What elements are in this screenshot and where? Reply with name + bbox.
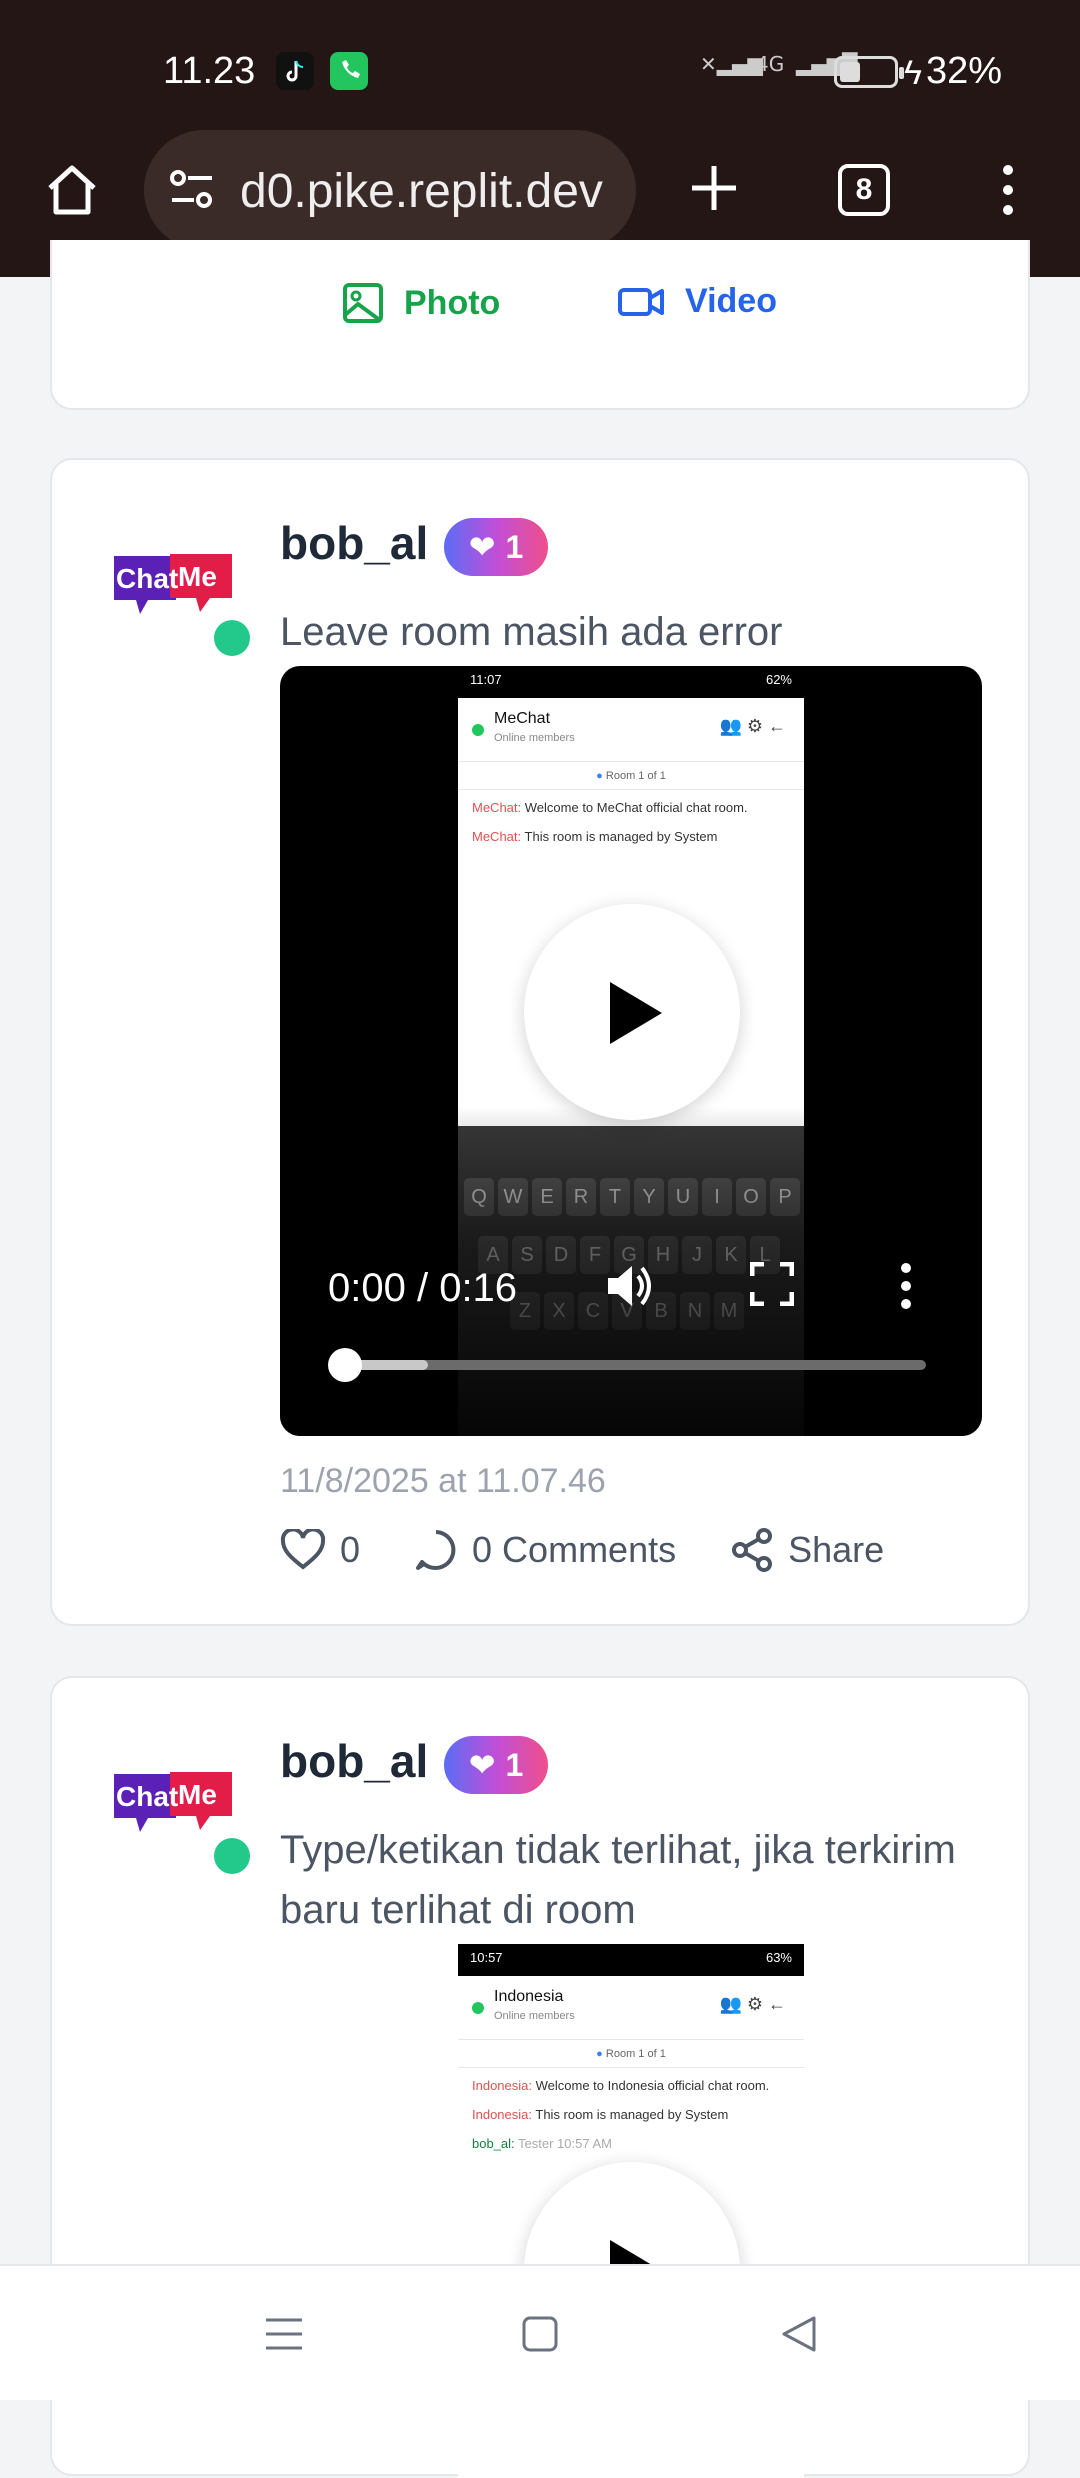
frame-room-header: MeChat Online members 👥 ⚙ ← (458, 698, 804, 762)
badge-count: 1 (505, 528, 524, 565)
comments-label: 0 Comments (472, 1529, 677, 1570)
url-bar[interactable]: d0.pike.replit.dev (144, 130, 636, 250)
comments-button[interactable]: 0 Comments (414, 1528, 676, 1572)
comment-icon (416, 1530, 456, 1570)
frame-room-sub: Online members (494, 2010, 575, 2022)
video-label: Video (685, 282, 777, 320)
frame-room-sub: Online members (494, 732, 575, 744)
heart-outline-icon (280, 1529, 326, 1570)
frame-room-name: MeChat (494, 710, 551, 727)
post-timestamp: 11/8/2025 at 11.07.46 (280, 1462, 606, 1500)
tab-switcher-button[interactable]: 8 (838, 164, 890, 216)
post-text: Type/ketikan tidak terlihat, jika terkir… (280, 1828, 956, 1932)
frame-header-icons: 👥 ⚙ ← (719, 1994, 786, 2014)
image-icon (343, 283, 383, 323)
svg-text:Me: Me (178, 561, 217, 592)
video-camera-icon (618, 287, 664, 316)
frame-time: 10:57 (470, 1950, 503, 1965)
video-player[interactable]: 11:07 62% MeChat Online members 👥 ⚙ ← ● … (280, 666, 982, 1436)
share-button[interactable]: Share (730, 1528, 884, 1572)
status-time: 11.23 (163, 50, 256, 92)
post-text: Leave room masih ada error (280, 610, 783, 654)
post-actions: 0 0 Comments Share (280, 1528, 938, 1572)
share-label: Share (788, 1529, 885, 1570)
frame-message: bob_al: Tester 10:57 AM (472, 2136, 612, 2151)
frame-battery: 62% (765, 672, 792, 687)
user-badge: ❤ 1 (444, 1736, 548, 1794)
post-username[interactable]: bob_al (280, 1734, 428, 1788)
status-bar: 11.23 ✕▂▄▆ 4G ▂▄▆█ ϟ 32% (0, 0, 1080, 140)
home-icon[interactable] (42, 160, 102, 220)
heart-icon: ❤ (468, 1747, 496, 1783)
svg-text:Chat: Chat (116, 1781, 178, 1812)
play-icon (610, 982, 662, 1044)
badge-count: 1 (505, 1746, 524, 1783)
frame-status-bar: 10:57 63% (458, 1944, 804, 1976)
charging-icon: ϟ (904, 54, 922, 92)
url-text: d0.pike.replit.dev (240, 165, 603, 218)
frame-message: Indonesia: Welcome to Indonesia official… (472, 2078, 770, 2093)
online-status-dot (214, 620, 250, 656)
browser-chrome: 11.23 ✕▂▄▆ 4G ▂▄▆█ ϟ 32% d0.pike.replit.… (0, 0, 1080, 277)
like-button[interactable]: 0 (280, 1529, 360, 1571)
frame-status-bar: 11:07 62% (458, 666, 804, 698)
video-options-icon[interactable] (896, 1260, 916, 1312)
svg-text:Chat: Chat (116, 563, 178, 594)
fullscreen-icon[interactable] (750, 1262, 794, 1306)
system-nav-bar (0, 2264, 1080, 2400)
video-progress-bar[interactable] (328, 1348, 926, 1382)
like-count: 0 (340, 1529, 361, 1570)
photo-button[interactable]: Photo (342, 282, 500, 324)
chatme-logo: Chat Me (114, 554, 232, 614)
svg-text:Me: Me (178, 1779, 217, 1810)
frame-battery: 63% (765, 1950, 792, 1965)
frame-room-indicator-text: Room 1 of 1 (605, 770, 666, 782)
home-nav-icon[interactable] (516, 2310, 564, 2358)
more-menu-icon[interactable] (990, 160, 1026, 220)
photo-label: Photo (404, 283, 501, 322)
site-settings-icon[interactable] (168, 168, 216, 212)
play-button[interactable] (524, 904, 740, 1120)
frame-message: Indonesia: This room is managed by Syste… (472, 2107, 729, 2122)
online-status-dot (214, 1838, 250, 1874)
frame-room-header: Indonesia Online members 👥 ⚙ ← (458, 1976, 804, 2040)
frame-message: MeChat: Welcome to MeChat official chat … (472, 800, 748, 815)
battery-icon (834, 56, 904, 88)
video-time: 0:00 / 0:16 (328, 1266, 518, 1310)
frame-room-indicator: ● Room 1 of 1 (458, 762, 804, 790)
volume-icon[interactable] (604, 1260, 656, 1312)
heart-icon: ❤ (468, 529, 496, 565)
signal-icon: ✕▂▄▆ (700, 52, 763, 76)
share-icon (732, 1528, 773, 1572)
network-4g-label: 4G (756, 52, 785, 76)
new-tab-icon[interactable] (686, 160, 742, 216)
frame-room-name: Indonesia (494, 1988, 564, 2005)
recent-apps-icon[interactable] (260, 2310, 308, 2358)
user-badge: ❤ 1 (444, 518, 548, 576)
frame-time: 11:07 (470, 672, 502, 687)
back-nav-icon[interactable] (776, 2310, 824, 2358)
frame-header-icons: 👥 ⚙ ← (719, 716, 786, 736)
phone-icon (330, 52, 368, 90)
post-card: Chat Me bob_al ❤ 1 Leave room masih ada … (50, 458, 1030, 1626)
post-composer-card: Photo Video (50, 240, 1030, 410)
frame-room-indicator: ● Room 1 of 1 (458, 2040, 804, 2068)
frame-message: MeChat: This room is managed by System (472, 829, 718, 844)
video-button[interactable]: Video (617, 282, 777, 321)
chatme-logo: Chat Me (114, 1772, 232, 1832)
frame-room-indicator-text: Room 1 of 1 (605, 2048, 666, 2060)
battery-percentage: 32% (925, 50, 1002, 92)
video-scrubber[interactable] (328, 1348, 362, 1382)
tiktok-icon (276, 52, 314, 90)
post-username[interactable]: bob_al (280, 516, 428, 570)
